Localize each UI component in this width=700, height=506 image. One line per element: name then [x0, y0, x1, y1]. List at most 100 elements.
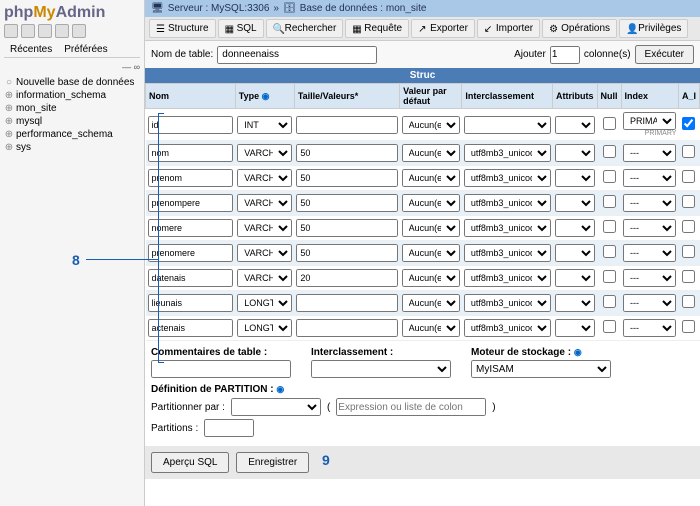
search-toggle[interactable]: — ∞ [4, 62, 140, 72]
col-attr-select[interactable] [555, 169, 596, 187]
col-default-select[interactable]: Aucun(e) [402, 294, 460, 312]
col-collation-select[interactable]: utf8mb3_unicode [464, 169, 551, 187]
col-index-select[interactable]: --- [623, 219, 676, 237]
tree-db-item[interactable]: ⊕mon_site [4, 102, 140, 115]
tab-fav[interactable]: Préférées [58, 42, 113, 57]
collation-select[interactable] [311, 360, 451, 378]
col-collation-select[interactable]: utf8mb3_unicode [464, 244, 551, 262]
col-null-checkbox[interactable] [603, 270, 616, 283]
col-default-select[interactable]: Aucun(e) [402, 219, 460, 237]
logo[interactable]: phpMyAdmin [4, 4, 140, 22]
col-size-input[interactable] [296, 219, 397, 237]
col-size-input[interactable] [296, 169, 397, 187]
col-attr-select[interactable] [555, 219, 596, 237]
col-attr-select[interactable] [555, 244, 596, 262]
breadcrumb-db[interactable]: Base de données : mon_site [300, 3, 427, 14]
col-attr-select[interactable] [555, 116, 596, 134]
col-default-select[interactable]: Aucun(e) [402, 244, 460, 262]
col-collation-select[interactable]: utf8mb3_unicode [464, 294, 551, 312]
logout-icon[interactable] [21, 24, 35, 38]
preview-sql-button[interactable]: Aperçu SQL [151, 452, 229, 473]
col-size-input[interactable] [296, 244, 397, 262]
col-index-select[interactable]: --- [623, 319, 676, 337]
col-attr-select[interactable] [555, 294, 596, 312]
tab-query[interactable]: ▦Requête [345, 19, 409, 38]
col-type-select[interactable]: LONGTEXT [237, 319, 292, 337]
partition-by-select[interactable] [231, 398, 321, 416]
col-type-select[interactable]: VARCHAR [237, 244, 292, 262]
col-null-checkbox[interactable] [603, 117, 616, 130]
col-null-checkbox[interactable] [603, 220, 616, 233]
col-size-input[interactable] [296, 294, 397, 312]
col-attr-select[interactable] [555, 269, 596, 287]
col-null-checkbox[interactable] [603, 145, 616, 158]
col-null-checkbox[interactable] [603, 295, 616, 308]
table-name-input[interactable] [217, 46, 377, 64]
tree-db-item[interactable]: ⊕information_schema [4, 89, 140, 102]
tab-operations[interactable]: ⚙Opérations [542, 19, 617, 38]
col-ai-checkbox[interactable] [682, 320, 695, 333]
tab-recent[interactable]: Récentes [4, 42, 58, 57]
col-ai-checkbox[interactable] [682, 245, 695, 258]
col-collation-select[interactable]: utf8mb3_unicode [464, 269, 551, 287]
col-index-select[interactable]: --- [623, 294, 676, 312]
col-index-select[interactable]: --- [623, 244, 676, 262]
col-null-checkbox[interactable] [603, 320, 616, 333]
col-index-select[interactable]: --- [623, 169, 676, 187]
col-type-select[interactable]: LONGTEXT [237, 294, 292, 312]
col-default-select[interactable]: Aucun(e) [402, 144, 460, 162]
col-type-select[interactable]: VARCHAR [237, 169, 292, 187]
col-null-checkbox[interactable] [603, 170, 616, 183]
col-ai-checkbox[interactable] [682, 270, 695, 283]
partitions-input[interactable] [204, 419, 254, 437]
col-default-select[interactable]: Aucun(e) [402, 269, 460, 287]
col-size-input[interactable] [296, 144, 397, 162]
tab-structure[interactable]: ☰Structure [149, 19, 216, 38]
col-default-select[interactable]: Aucun(e) [402, 319, 460, 337]
tree-db-item[interactable]: ⊕sys [4, 141, 140, 154]
add-count-input[interactable] [550, 46, 580, 64]
home-icon[interactable] [4, 24, 18, 38]
col-null-checkbox[interactable] [603, 195, 616, 208]
col-index-select[interactable]: --- [623, 144, 676, 162]
col-default-select[interactable]: Aucun(e) [402, 194, 460, 212]
col-size-input[interactable] [296, 269, 397, 287]
col-type-select[interactable]: VARCHAR [237, 144, 292, 162]
col-ai-checkbox[interactable] [682, 117, 695, 130]
tab-import[interactable]: ↙Importer [477, 19, 540, 38]
col-size-input[interactable] [296, 319, 397, 337]
reload-icon[interactable] [72, 24, 86, 38]
engine-select[interactable]: MyISAM [471, 360, 611, 378]
tab-sql[interactable]: ▦SQL [218, 19, 264, 38]
tree-db-item[interactable]: ⊕performance_schema [4, 128, 140, 141]
tab-privileges[interactable]: 👤Privilèges [619, 19, 688, 38]
col-attr-select[interactable] [555, 319, 596, 337]
col-collation-select[interactable]: utf8mb3_unicode [464, 319, 551, 337]
col-collation-select[interactable]: utf8mb3_unicode [464, 194, 551, 212]
tree-new-db[interactable]: ○Nouvelle base de données [4, 76, 140, 89]
col-collation-select[interactable]: utf8mb3_unicode [464, 144, 551, 162]
breadcrumb-server[interactable]: Serveur : MySQL:3306 [168, 3, 270, 14]
col-size-input[interactable] [296, 194, 397, 212]
col-type-select[interactable]: VARCHAR [237, 194, 292, 212]
docs-icon[interactable] [38, 24, 52, 38]
col-index-select[interactable]: PRIMARY [623, 112, 676, 130]
col-attr-select[interactable] [555, 144, 596, 162]
col-ai-checkbox[interactable] [682, 170, 695, 183]
col-ai-checkbox[interactable] [682, 145, 695, 158]
tree-db-item[interactable]: ⊕mysql [4, 115, 140, 128]
col-type-select[interactable]: INT [237, 116, 292, 134]
col-collation-select[interactable]: utf8mb3_unicode [464, 219, 551, 237]
col-type-select[interactable]: VARCHAR [237, 219, 292, 237]
col-type-select[interactable]: VARCHAR [237, 269, 292, 287]
col-attr-select[interactable] [555, 194, 596, 212]
col-default-select[interactable]: Aucun(e) [402, 169, 460, 187]
help-icon[interactable]: ◉ [262, 91, 270, 101]
col-index-select[interactable]: --- [623, 194, 676, 212]
col-ai-checkbox[interactable] [682, 195, 695, 208]
tab-export[interactable]: ↗Exporter [411, 19, 475, 38]
save-button[interactable]: Enregistrer [236, 452, 309, 473]
execute-button[interactable]: Exécuter [635, 45, 694, 64]
col-null-checkbox[interactable] [603, 245, 616, 258]
partition-expr-input[interactable] [336, 398, 486, 416]
